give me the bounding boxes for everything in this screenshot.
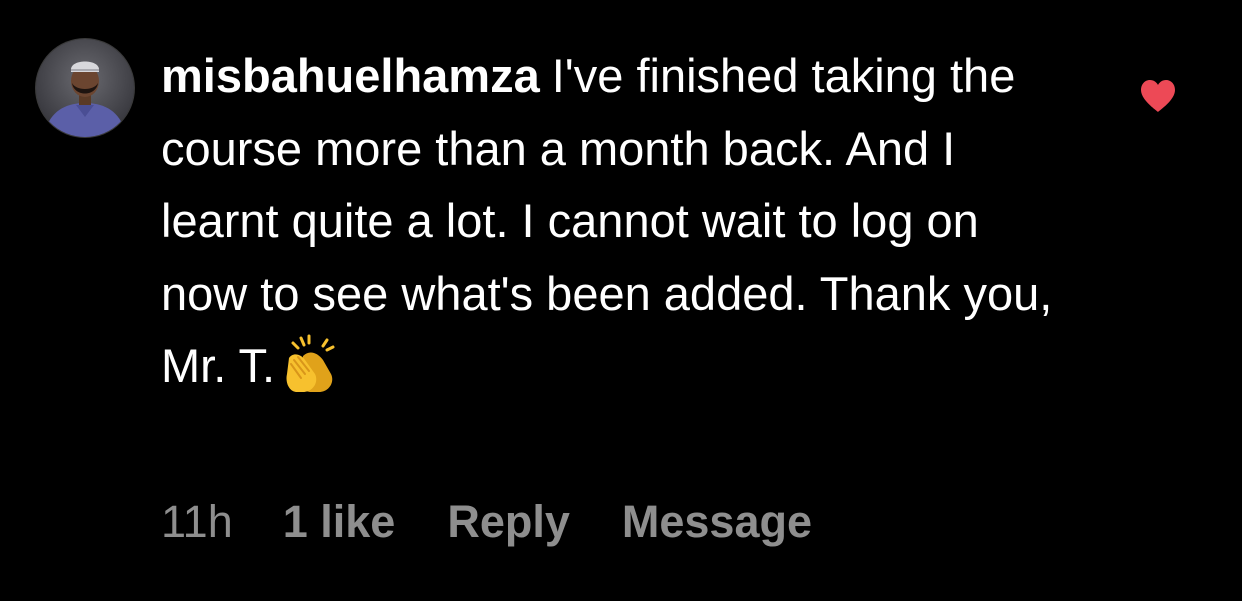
likes-count[interactable]: 1 like — [283, 496, 396, 548]
avatar-image — [36, 39, 134, 137]
comment: misbahuelhamza I've finished taking the c… — [0, 0, 1242, 601]
message-button[interactable]: Message — [622, 496, 812, 548]
clapping-hands-emoji — [279, 334, 339, 394]
timestamp: 11h — [161, 496, 233, 547]
username-link[interactable]: misbahuelhamza — [161, 49, 540, 102]
comment-meta: 11h 1 like Reply Message — [161, 496, 812, 548]
reply-button[interactable]: Reply — [447, 496, 570, 548]
comment-body: misbahuelhamza I've finished taking the c… — [161, 40, 1061, 403]
avatar[interactable] — [36, 39, 134, 137]
heart-icon[interactable] — [1139, 79, 1177, 113]
